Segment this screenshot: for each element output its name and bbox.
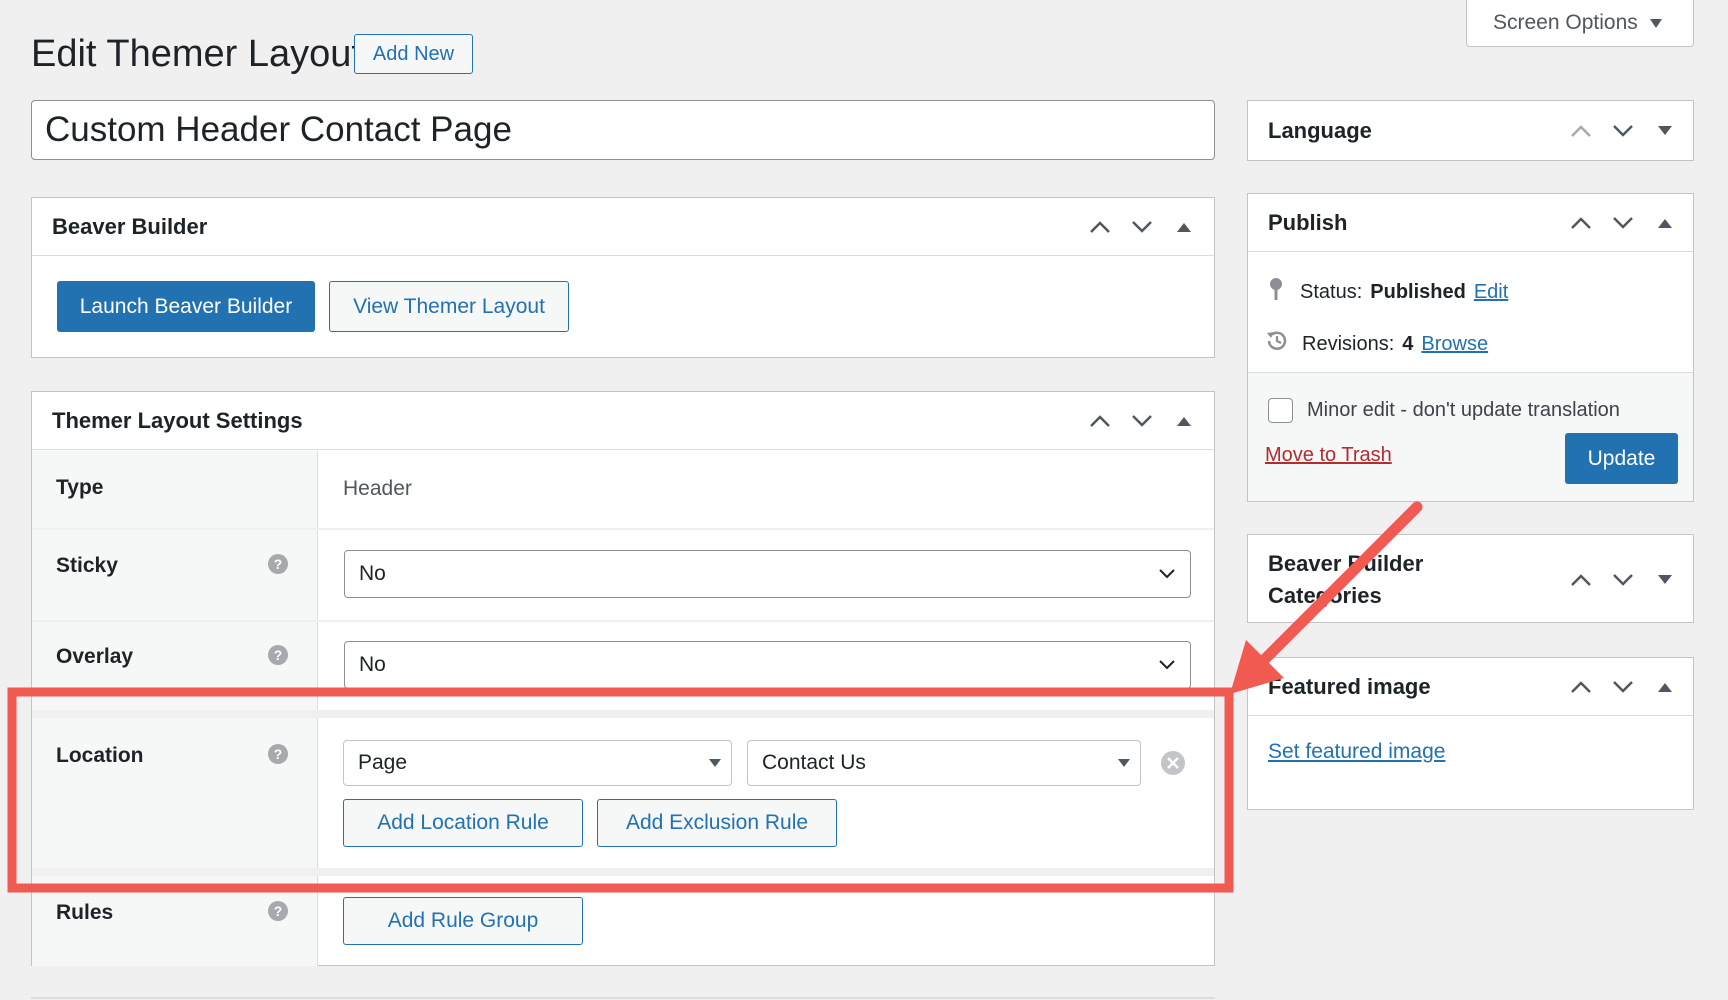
add-location-rule-button[interactable]: Add Location Rule bbox=[343, 799, 583, 847]
status-prefix: Status: bbox=[1300, 280, 1363, 303]
screen-options-label: Screen Options bbox=[1493, 11, 1638, 34]
post-title-input[interactable]: Custom Header Contact Page bbox=[31, 100, 1215, 160]
move-up-icon[interactable] bbox=[1082, 209, 1118, 245]
publish-box: Publish Status: Published Edit Revisions… bbox=[1247, 193, 1694, 502]
row-divider bbox=[32, 620, 1214, 622]
box-title-line1: Beaver Builder bbox=[1268, 551, 1424, 576]
add-new-button[interactable]: Add New bbox=[354, 34, 473, 74]
collapse-toggle-icon[interactable] bbox=[1647, 669, 1683, 705]
status-value: Published bbox=[1370, 280, 1466, 303]
move-up-icon[interactable] bbox=[1563, 113, 1599, 149]
box-title: Beaver Builder bbox=[52, 213, 208, 239]
chevron-down-icon bbox=[1158, 653, 1176, 677]
move-down-icon[interactable] bbox=[1605, 669, 1641, 705]
move-down-icon[interactable] bbox=[1124, 209, 1160, 245]
row-divider bbox=[32, 528, 1214, 530]
location-page-select[interactable]: Contact Us bbox=[747, 740, 1141, 786]
sticky-select[interactable]: No bbox=[344, 550, 1191, 598]
box-title: Featured image bbox=[1268, 673, 1431, 699]
history-icon bbox=[1264, 328, 1290, 360]
add-rule-group-button[interactable]: Add Rule Group bbox=[343, 897, 583, 945]
expand-toggle-icon[interactable] bbox=[1647, 113, 1683, 149]
featured-image-box-header: Featured image bbox=[1248, 658, 1693, 716]
move-down-icon[interactable] bbox=[1605, 113, 1641, 149]
type-value: Header bbox=[343, 477, 412, 500]
language-box-header: Language bbox=[1248, 101, 1693, 160]
help-icon[interactable]: ? bbox=[268, 901, 288, 921]
launch-beaver-builder-button[interactable]: Launch Beaver Builder bbox=[57, 281, 315, 332]
minor-edit-label: Minor edit - don't update translation bbox=[1307, 399, 1620, 421]
collapse-toggle-icon[interactable] bbox=[1166, 209, 1202, 245]
move-up-icon[interactable] bbox=[1563, 669, 1599, 705]
box-title: Beaver Builder Categories bbox=[1268, 548, 1423, 612]
move-down-icon[interactable] bbox=[1605, 562, 1641, 598]
caret-down-icon bbox=[1118, 759, 1130, 767]
revisions-prefix: Revisions: bbox=[1302, 332, 1395, 355]
view-themer-layout-button[interactable]: View Themer Layout bbox=[329, 281, 569, 332]
language-box: Language bbox=[1247, 100, 1694, 161]
minor-edit-row: Minor edit - don't update translation bbox=[1268, 398, 1620, 423]
page-title: Edit Themer Layout bbox=[31, 33, 362, 75]
move-up-icon[interactable] bbox=[1563, 205, 1599, 241]
box-title: Publish bbox=[1268, 209, 1348, 235]
help-icon[interactable]: ? bbox=[268, 554, 288, 574]
beaver-builder-box: Beaver Builder Launch Beaver Builder Vie… bbox=[31, 197, 1215, 358]
pin-icon bbox=[1266, 276, 1286, 308]
box-title: Themer Layout Settings bbox=[52, 407, 303, 433]
location-type-value: Page bbox=[358, 751, 408, 774]
publish-status-row: Status: Published Edit bbox=[1266, 276, 1508, 308]
help-icon[interactable]: ? bbox=[268, 744, 288, 764]
move-up-icon[interactable] bbox=[1082, 403, 1118, 439]
add-exclusion-rule-button[interactable]: Add Exclusion Rule bbox=[597, 799, 837, 847]
row-divider bbox=[32, 710, 1214, 718]
settings-box-header: Themer Layout Settings bbox=[32, 392, 1214, 450]
collapse-toggle-icon[interactable] bbox=[1647, 205, 1683, 241]
caret-down-icon bbox=[709, 759, 721, 767]
location-type-select[interactable]: Page bbox=[343, 740, 732, 786]
move-down-icon[interactable] bbox=[1605, 205, 1641, 241]
publish-box-header: Publish bbox=[1248, 194, 1693, 252]
content-bottom-edge bbox=[31, 997, 1215, 999]
sticky-select-value: No bbox=[359, 562, 386, 585]
chevron-down-icon bbox=[1158, 562, 1176, 586]
move-up-icon[interactable] bbox=[1563, 562, 1599, 598]
update-button[interactable]: Update bbox=[1565, 433, 1678, 484]
overlay-select-value: No bbox=[359, 653, 386, 676]
collapse-toggle-icon[interactable] bbox=[1166, 403, 1202, 439]
post-title-text: Custom Header Contact Page bbox=[45, 110, 512, 149]
bb-categories-box: Beaver Builder Categories bbox=[1247, 534, 1694, 623]
status-edit-link[interactable]: Edit bbox=[1474, 281, 1508, 304]
move-to-trash-link[interactable]: Move to Trash bbox=[1265, 444, 1392, 467]
publish-revisions-row: Revisions: 4 Browse bbox=[1264, 328, 1488, 360]
featured-image-box: Featured image Set featured image bbox=[1247, 657, 1694, 810]
overlay-select[interactable]: No bbox=[344, 641, 1191, 689]
remove-rule-icon[interactable] bbox=[1160, 750, 1186, 781]
caret-down-icon bbox=[1649, 18, 1662, 28]
revisions-count: 4 bbox=[1402, 332, 1414, 355]
help-icon[interactable]: ? bbox=[268, 645, 288, 665]
minor-edit-checkbox[interactable] bbox=[1268, 398, 1293, 423]
beaver-builder-box-header: Beaver Builder bbox=[32, 198, 1214, 256]
move-down-icon[interactable] bbox=[1124, 403, 1160, 439]
box-title-line2: Categories bbox=[1268, 583, 1382, 608]
type-label: Type bbox=[56, 476, 104, 499]
expand-toggle-icon[interactable] bbox=[1647, 562, 1683, 598]
location-page-value: Contact Us bbox=[762, 751, 866, 774]
set-featured-image-link[interactable]: Set featured image bbox=[1268, 740, 1445, 764]
revisions-browse-link[interactable]: Browse bbox=[1421, 333, 1488, 356]
box-title: Language bbox=[1268, 117, 1372, 143]
row-divider bbox=[32, 868, 1214, 876]
screen-options-toggle[interactable]: Screen Options bbox=[1466, 0, 1694, 47]
themer-layout-settings-box: Themer Layout Settings Type Header Stick… bbox=[31, 391, 1215, 966]
